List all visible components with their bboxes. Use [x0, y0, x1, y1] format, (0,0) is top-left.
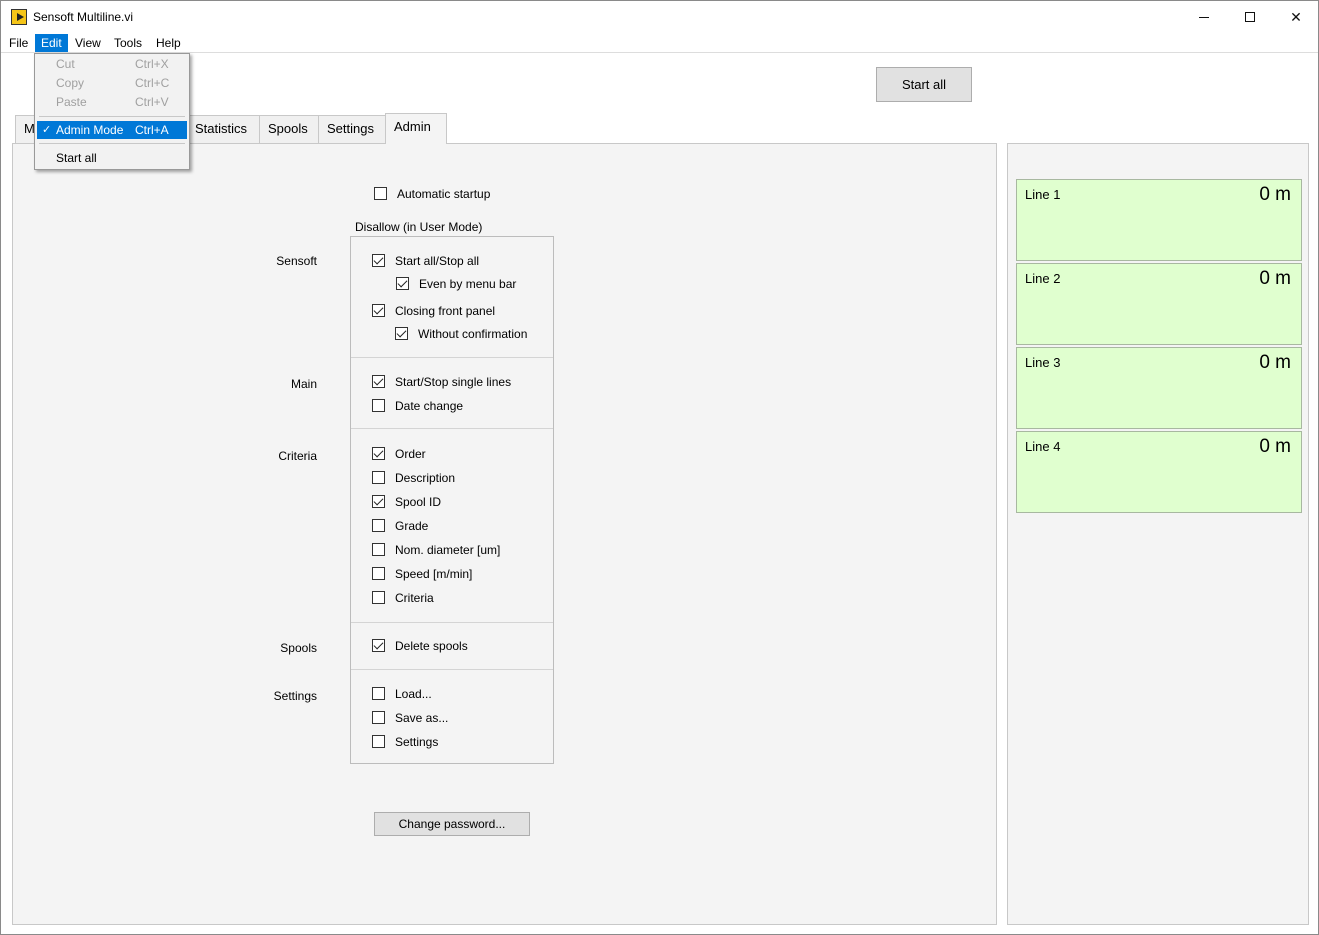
line-status-card: Line 4 0 m [1016, 431, 1302, 513]
close-icon: ✕ [1290, 8, 1302, 25]
tab-settings[interactable]: Settings [318, 115, 386, 143]
automatic-startup-checkbox[interactable] [374, 187, 387, 200]
section-label-sensoft: Sensoft [276, 254, 317, 268]
load-checkbox[interactable] [372, 687, 385, 700]
start-stop-all-label: Start all/Stop all [395, 254, 480, 268]
date-change-label: Date change [395, 399, 464, 413]
delete-spools-checkbox[interactable] [372, 639, 385, 652]
menu-item-label: Start all [56, 151, 97, 165]
criteria-label: Criteria [395, 591, 434, 605]
menu-separator [39, 116, 185, 117]
menu-file[interactable]: File [3, 34, 34, 52]
line-length: 0 m [1259, 352, 1291, 373]
group-separator [351, 669, 553, 670]
spool-id-checkbox[interactable] [372, 495, 385, 508]
order-label: Order [395, 447, 426, 461]
start-stop-single-lines-label: Start/Stop single lines [395, 375, 512, 389]
start-stop-single-lines-checkbox[interactable] [372, 375, 385, 388]
menu-item-shortcut: Ctrl+C [135, 76, 170, 90]
menu-item-label: Admin Mode [56, 123, 124, 137]
window-title: Sensoft Multiline.vi [33, 10, 134, 24]
section-label-criteria: Criteria [278, 449, 317, 463]
app-window: Sensoft Multiline.vi ✕ File Edit View To… [0, 0, 1319, 935]
menu-item-shortcut: Ctrl+X [135, 57, 169, 71]
menu-item-label: Cut [56, 57, 75, 71]
nom-diameter-label: Nom. diameter [um] [395, 543, 501, 557]
line-status-panel: Line 1 0 m Line 2 0 m Line 3 0 m Line 4 … [1007, 143, 1309, 925]
line-name: Line 1 [1025, 187, 1061, 202]
description-label: Description [395, 471, 456, 485]
automatic-startup-label: Automatic startup [397, 187, 491, 201]
line-status-card: Line 1 0 m [1016, 179, 1302, 261]
closing-front-panel-checkbox[interactable] [372, 304, 385, 317]
menu-item-copy[interactable]: Copy Ctrl+C [37, 74, 187, 92]
description-checkbox[interactable] [372, 471, 385, 484]
group-separator [351, 357, 553, 358]
start-all-button[interactable]: Start all [876, 67, 972, 102]
speed-label: Speed [m/min] [395, 567, 473, 581]
menu-help[interactable]: Help [150, 34, 187, 52]
spool-id-label: Spool ID [395, 495, 442, 509]
tab-admin[interactable]: Admin [385, 113, 447, 144]
line-name: Line 4 [1025, 439, 1061, 454]
close-button[interactable]: ✕ [1273, 1, 1319, 33]
section-label-settings: Settings [273, 689, 317, 703]
line-status-card: Line 2 0 m [1016, 263, 1302, 345]
minimize-button[interactable] [1181, 1, 1227, 33]
nom-diameter-checkbox[interactable] [372, 543, 385, 556]
tab-statistics[interactable]: Statistics [186, 115, 260, 143]
without-confirmation-label: Without confirmation [418, 327, 528, 341]
menu-item-cut[interactable]: Cut Ctrl+X [37, 55, 187, 73]
menu-edit[interactable]: Edit [35, 34, 68, 52]
load-label: Load... [395, 687, 432, 701]
grade-label: Grade [395, 519, 429, 533]
save-as-checkbox[interactable] [372, 711, 385, 724]
menu-tools[interactable]: Tools [108, 34, 148, 52]
menu-item-label: Paste [56, 95, 87, 109]
menu-item-paste[interactable]: Paste Ctrl+V [37, 93, 187, 111]
menu-bar: File Edit View Tools Help [1, 33, 1318, 53]
even-by-menu-bar-label: Even by menu bar [419, 277, 517, 291]
menu-item-start-all[interactable]: Start all [37, 149, 187, 167]
without-confirmation-checkbox[interactable] [395, 327, 408, 340]
edit-menu-dropdown: Cut Ctrl+X Copy Ctrl+C Paste Ctrl+V ✓ Ad… [34, 53, 190, 170]
menu-item-shortcut: Ctrl+A [135, 123, 169, 137]
title-bar: Sensoft Multiline.vi ✕ [1, 1, 1318, 33]
disallow-group-title: Disallow (in User Mode) [355, 220, 483, 234]
line-length: 0 m [1259, 436, 1291, 457]
criteria-checkbox[interactable] [372, 591, 385, 604]
line-name: Line 3 [1025, 355, 1061, 370]
line-length: 0 m [1259, 268, 1291, 289]
line-status-card: Line 3 0 m [1016, 347, 1302, 429]
menu-item-shortcut: Ctrl+V [135, 95, 169, 109]
menu-separator [39, 143, 185, 144]
check-icon: ✓ [42, 124, 52, 136]
maximize-button[interactable] [1227, 1, 1273, 33]
labview-app-icon [11, 9, 27, 25]
settings-label: Settings [395, 735, 439, 749]
date-change-checkbox[interactable] [372, 399, 385, 412]
change-password-button[interactable]: Change password... [374, 812, 530, 836]
menu-view[interactable]: View [69, 34, 107, 52]
maximize-icon [1245, 12, 1255, 22]
save-as-label: Save as... [395, 711, 449, 725]
settings-checkbox[interactable] [372, 735, 385, 748]
even-by-menu-bar-checkbox[interactable] [396, 277, 409, 290]
order-checkbox[interactable] [372, 447, 385, 460]
tab-spools[interactable]: Spools [259, 115, 319, 143]
menu-item-admin-mode[interactable]: ✓ Admin Mode Ctrl+A [37, 121, 187, 139]
section-label-spools: Spools [280, 641, 317, 655]
group-separator [351, 428, 553, 429]
menu-item-label: Copy [56, 76, 85, 90]
minimize-icon [1199, 16, 1209, 18]
closing-front-panel-label: Closing front panel [395, 304, 496, 318]
group-separator [351, 622, 553, 623]
line-name: Line 2 [1025, 271, 1061, 286]
grade-checkbox[interactable] [372, 519, 385, 532]
delete-spools-label: Delete spools [395, 639, 468, 653]
section-label-main: Main [290, 377, 317, 391]
start-stop-all-checkbox[interactable] [372, 254, 385, 267]
speed-checkbox[interactable] [372, 567, 385, 580]
line-length: 0 m [1259, 184, 1291, 205]
